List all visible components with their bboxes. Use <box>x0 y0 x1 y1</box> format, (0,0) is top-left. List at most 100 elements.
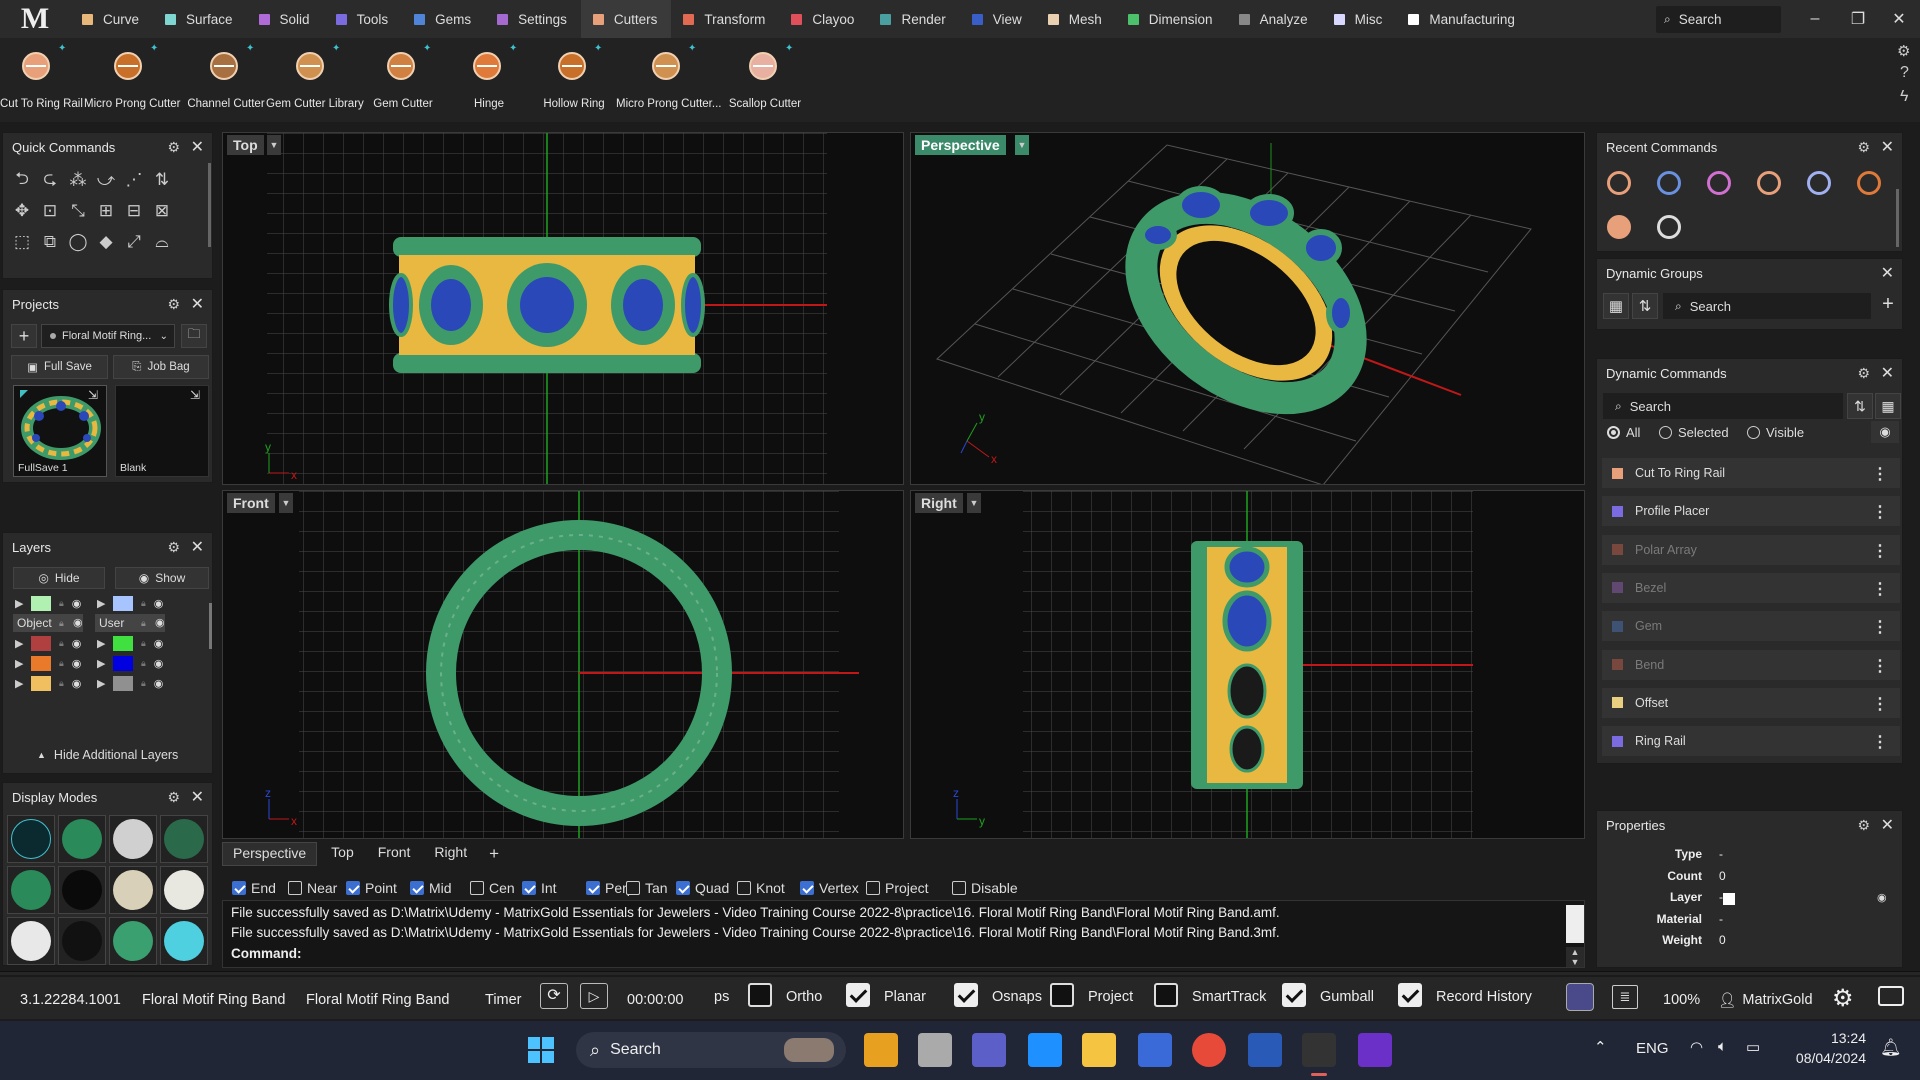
settings-gear-icon[interactable]: ⚙ <box>1832 984 1854 1013</box>
wireframe-mode-icon[interactable] <box>7 815 55 863</box>
layer-color-swatch[interactable] <box>113 595 133 611</box>
gear-icon[interactable]: ⚙ <box>1857 139 1870 156</box>
eye-icon[interactable]: ◉ <box>1871 421 1899 443</box>
file-name-label[interactable]: Floral Motif Ring Band <box>306 983 449 1017</box>
eye-icon[interactable]: ◉ <box>154 657 164 670</box>
more-options-icon[interactable]: ⋮ <box>1872 694 1888 714</box>
more-options-icon[interactable]: ⋮ <box>1872 502 1888 522</box>
layer-color-swatch[interactable] <box>113 635 133 651</box>
project-thumbnail-blank[interactable]: Blank ⇲ <box>115 385 209 477</box>
layer-color-swatch[interactable] <box>31 655 51 671</box>
gem-render-icon[interactable] <box>1566 983 1594 1011</box>
expand-arrow-icon[interactable]: ▶ <box>15 637 29 650</box>
array-icon[interactable]: ⊞ <box>93 198 119 224</box>
chrome-icon[interactable] <box>1192 1033 1226 1067</box>
viewport-tab-top[interactable]: Top <box>321 842 364 866</box>
expand-arrow-icon[interactable]: ▶ <box>15 657 29 670</box>
matrixgold-app-icon[interactable] <box>1302 1033 1336 1067</box>
eye-icon[interactable]: ◉ <box>72 637 82 650</box>
menu-tab-view[interactable]: View <box>960 0 1036 38</box>
lock-icon[interactable]: 🔒︎ <box>59 614 64 632</box>
layer-color-swatch[interactable] <box>31 595 51 611</box>
play-icon[interactable]: ▷ <box>580 983 608 1009</box>
zoom-level[interactable]: 100% <box>1663 983 1700 1017</box>
eye-icon[interactable]: ◉ <box>155 614 165 632</box>
layer-color-swatch[interactable] <box>1723 893 1735 905</box>
group-icon[interactable]: ⁂ <box>65 167 91 193</box>
menu-tab-clayoo[interactable]: Clayoo <box>779 0 868 38</box>
close-icon[interactable]: ✕ <box>191 537 204 557</box>
clock-date[interactable]: 08/04/2024 <box>1788 1050 1866 1066</box>
command-input[interactable] <box>309 945 1559 963</box>
dynamic-command-item[interactable]: Polar Array ⋮ <box>1602 534 1900 565</box>
expand-arrow-icon[interactable]: ▶ <box>97 677 111 690</box>
media-icon[interactable] <box>1358 1033 1392 1067</box>
mirror-tool-icon[interactable] <box>1857 171 1881 195</box>
calculator-icon[interactable]: ▦ <box>1603 293 1629 319</box>
menu-tab-surface[interactable]: Surface <box>153 0 247 38</box>
tool-channel-cutter[interactable]: ✦ Channel Cutter <box>183 38 269 122</box>
filter-selected[interactable]: Selected <box>1659 425 1729 440</box>
menu-tab-tools[interactable]: Tools <box>324 0 403 38</box>
full-save-button[interactable]: ▣ Full Save <box>11 355 108 379</box>
add-group-button[interactable]: + <box>1877 293 1899 319</box>
osnap-project[interactable]: Project <box>866 880 929 896</box>
eye-icon[interactable]: ◉ <box>72 597 82 610</box>
add-mode-icon[interactable] <box>160 917 208 965</box>
close-window-button[interactable]: ✕ <box>1884 6 1914 32</box>
job-bag-button[interactable]: ⎘ Job Bag <box>113 355 209 379</box>
taskbar-search[interactable]: ⌕ Search <box>576 1032 846 1068</box>
project-select[interactable]: Floral Motif Ring... ⌄ <box>41 324 175 348</box>
clock-time[interactable]: 13:24 <box>1810 1030 1866 1046</box>
avatar-mode-icon[interactable] <box>58 917 106 965</box>
osnap-int[interactable]: Int <box>522 880 557 896</box>
osnap-quad[interactable]: Quad <box>676 880 729 896</box>
chevron-down-icon[interactable]: ▼ <box>1015 135 1029 155</box>
layer-row[interactable]: ▶ 🔒︎ ◉ <box>15 653 91 673</box>
lock-icon[interactable]: 🔒︎ <box>59 598 64 609</box>
dynamic-command-item[interactable]: Bend ⋮ <box>1602 649 1900 680</box>
layers-scrollbar[interactable] <box>209 603 212 649</box>
close-icon[interactable]: ✕ <box>1881 263 1894 283</box>
viewport-tab-right[interactable]: Right <box>424 842 477 866</box>
chevron-down-icon[interactable]: ▼ <box>279 493 293 513</box>
help-icon[interactable]: ? <box>1900 64 1909 82</box>
viewport-front[interactable]: x z Front ▼ <box>222 490 904 839</box>
eye-icon[interactable]: ◉ <box>72 677 82 690</box>
layer-row[interactable]: ▶ 🔒︎ ◉ <box>97 593 173 613</box>
layer-row[interactable]: ▶ 🔒︎ ◉ <box>97 673 173 693</box>
gear-icon[interactable]: ⚙ <box>1857 365 1870 382</box>
gear-icon[interactable]: ⚙ <box>1897 42 1910 60</box>
dynamic-command-item[interactable]: Profile Placer ⋮ <box>1602 496 1900 527</box>
close-icon[interactable]: ✕ <box>191 294 204 314</box>
lock-icon[interactable]: 🔒︎ <box>59 658 64 669</box>
dynamic-commands-search[interactable]: ⌕ Search <box>1603 393 1843 419</box>
gem-icon[interactable]: ◆ <box>93 229 119 255</box>
viewport-right-label[interactable]: Right <box>915 493 963 513</box>
viewport-perspective[interactable]: x y Perspective ▼ <box>910 132 1585 485</box>
menu-tab-solid[interactable]: Solid <box>247 0 324 38</box>
eye-icon[interactable]: ◉ <box>154 677 164 690</box>
circle-icon[interactable]: ◯ <box>65 229 91 255</box>
toggle-project-checkbox[interactable] <box>1050 983 1074 1007</box>
rotate-icon[interactable]: ⤡ <box>65 198 91 224</box>
layer-color-swatch[interactable] <box>113 655 133 671</box>
chevron-down-icon[interactable]: ▼ <box>267 135 281 155</box>
osnap-knot[interactable]: Knot <box>737 880 785 896</box>
toggle-gumball-checkbox[interactable] <box>1282 983 1306 1007</box>
shaded-green-mode-icon[interactable] <box>58 815 106 863</box>
menu-tab-misc[interactable]: Misc <box>1322 0 1397 38</box>
gear-icon[interactable]: ⚙ <box>1857 817 1870 834</box>
close-icon[interactable]: ✕ <box>1881 137 1894 157</box>
language-indicator[interactable]: ENG <box>1636 1040 1669 1057</box>
lock-icon[interactable]: 🔒︎ <box>59 678 64 689</box>
command-scrollbar[interactable] <box>1566 905 1584 943</box>
tool-gem-cutter[interactable]: ✦ Gem Cutter <box>372 38 434 122</box>
hide-additional-layers-toggle[interactable]: ▲ Hide Additional Layers <box>37 748 178 762</box>
select-box-icon[interactable]: ⬚ <box>9 229 35 255</box>
tool-hollow-ring[interactable]: ✦ Hollow Ring <box>537 38 611 122</box>
notification-bell-icon[interactable]: 🔔︎ <box>1880 1038 1902 1058</box>
lock-icon[interactable]: 🔒︎ <box>59 638 64 649</box>
arc-icon[interactable]: ⤻ <box>93 167 119 193</box>
store-icon[interactable] <box>1138 1033 1172 1067</box>
